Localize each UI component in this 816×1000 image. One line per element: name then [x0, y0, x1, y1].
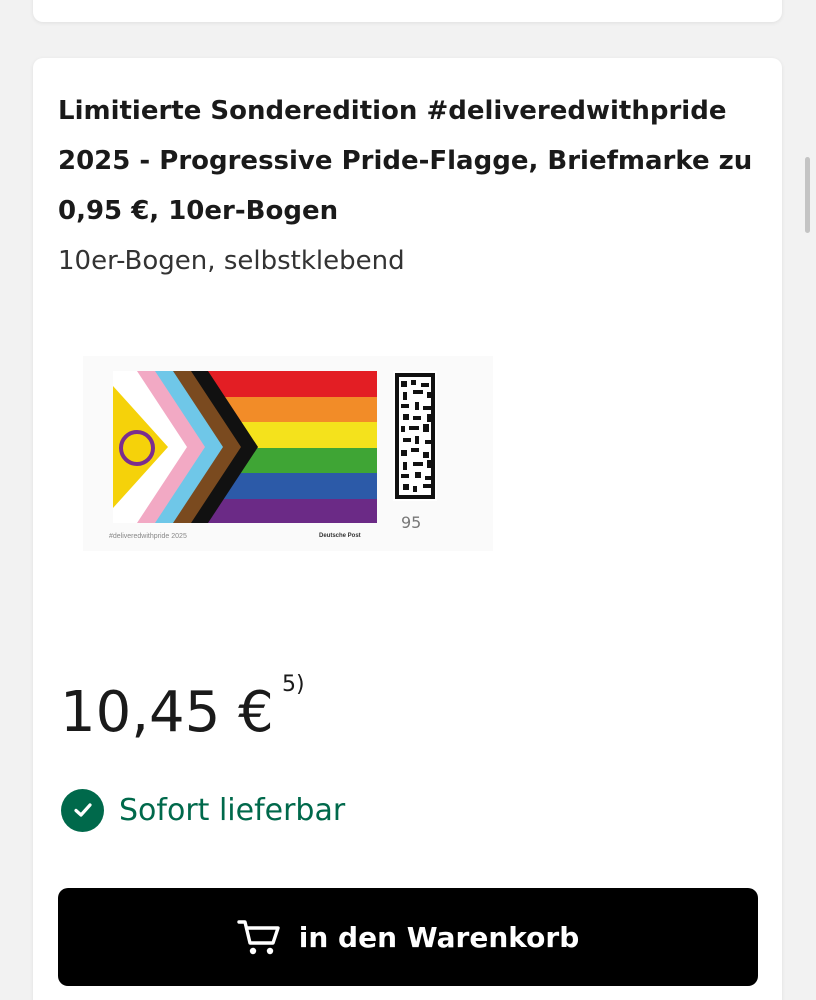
- price: 10,45 €: [60, 680, 274, 745]
- product-title[interactable]: Limitierte Sonderedition #deliveredwithp…: [58, 86, 758, 236]
- availability-status: Sofort lieferbar: [61, 788, 345, 832]
- check-circle-icon: [61, 788, 104, 832]
- product-card: Limitierte Sonderedition #deliveredwithp…: [33, 58, 782, 1000]
- stamp-caption: #deliveredwithpride 2025: [109, 533, 187, 540]
- cart-icon: [237, 920, 280, 955]
- scrollbar[interactable]: [805, 157, 810, 233]
- stamp-image: [83, 356, 493, 551]
- availability-label: Sofort lieferbar: [119, 792, 346, 828]
- product-image[interactable]: #deliveredwithpride 2025 Deutsche Post 9…: [83, 356, 493, 551]
- price-footnote[interactable]: 5): [282, 672, 305, 697]
- stamp-brand: Deutsche Post: [319, 533, 361, 539]
- previous-card: [33, 0, 782, 22]
- stamp-value: 95: [401, 513, 422, 532]
- add-to-cart-label: in den Warenkorb: [298, 920, 580, 954]
- add-to-cart-button[interactable]: in den Warenkorb: [58, 888, 758, 986]
- product-subtitle: 10er-Bogen, selbstklebend: [58, 246, 405, 276]
